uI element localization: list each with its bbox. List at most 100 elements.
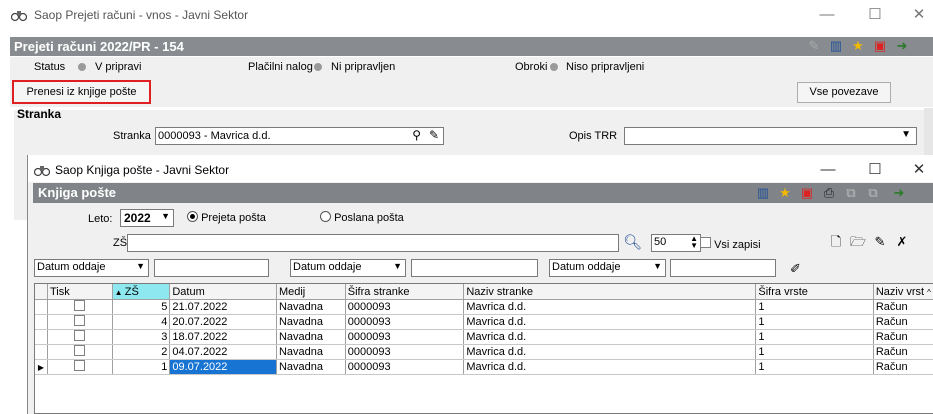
maximize-button[interactable]: ☐ <box>860 4 890 26</box>
sifra-vrste-cell: 1 <box>755 329 874 345</box>
tisk-cell[interactable] <box>47 299 113 315</box>
print-checkbox[interactable] <box>74 315 86 326</box>
col-zs[interactable]: ▲ ZŠ <box>112 284 171 300</box>
col-medij[interactable]: Medij <box>276 284 346 300</box>
star-icon[interactable]: ★ <box>850 38 866 54</box>
filter-select-3[interactable]: Datum oddaje ▼ <box>549 259 666 277</box>
child-maximize-button[interactable]: ☐ <box>860 159 890 181</box>
col-tisk[interactable]: Tisk <box>47 284 113 300</box>
zs-input[interactable] <box>127 234 619 252</box>
row-indicator[interactable] <box>35 329 48 345</box>
scroll-up-icon[interactable]: ^ <box>927 288 931 297</box>
radio-received[interactable]: Prejeta pošta <box>187 211 266 224</box>
limit-value: 50 <box>654 236 667 248</box>
new-document-icon[interactable]: 🗋 <box>828 234 844 250</box>
search-icon[interactable]: ⚲ <box>412 128 421 142</box>
zs-cell: 5 <box>112 299 171 315</box>
print-checkbox[interactable] <box>74 300 86 311</box>
status-row: Status V pripravi Plačilni nalog Ni prip… <box>10 57 933 77</box>
radio-unchecked-icon <box>320 211 331 222</box>
search-icon[interactable]: 🔍︎ <box>623 233 642 251</box>
exit-icon[interactable]: ➜ <box>894 38 910 54</box>
child-minimize-button[interactable]: — <box>813 159 843 181</box>
client-group-label: Stranka <box>17 107 62 121</box>
sort-asc-icon: ▲ <box>114 287 125 297</box>
exit-icon[interactable]: ➜ <box>891 185 907 201</box>
print-checkbox[interactable] <box>74 360 86 371</box>
filter-input-1[interactable] <box>154 259 269 277</box>
pencil-icon[interactable]: ✎ <box>429 128 439 142</box>
naziv-vrste-cell: Račun <box>873 329 933 345</box>
star-icon[interactable]: ★ <box>777 185 793 201</box>
all-records-checkbox[interactable]: Vsi zapisi <box>700 237 761 251</box>
radio-checked-icon <box>187 211 198 222</box>
col-naziv-stranke[interactable]: Naziv stranke <box>463 284 757 300</box>
print-icon[interactable]: ⎙ <box>821 185 837 201</box>
tisk-cell[interactable] <box>47 359 113 375</box>
trr-select[interactable]: ▼ <box>624 127 917 145</box>
minimize-button[interactable]: — <box>812 4 842 26</box>
print-checkbox[interactable] <box>74 345 86 356</box>
open-document-icon[interactable]: 🗁 <box>850 234 866 250</box>
radio-received-label: Prejeta pošta <box>201 212 266 224</box>
table-row[interactable]: 3 18.07.2022 Navadna 0000093 Mavrica d.d. 1 Ra… <box>35 329 933 345</box>
installments-label: Obroki <box>515 61 548 73</box>
naziv-stranke-cell: Mavrica d.d. <box>463 314 757 330</box>
print-checkbox[interactable] <box>74 330 86 341</box>
table-row[interactable]: ▶ 1 09.07.2022 Navadna 0000093 Mavrica d.d. 1 R… <box>35 359 933 375</box>
close-button[interactable]: ✕ <box>904 4 933 26</box>
filter-input-3[interactable] <box>670 259 776 277</box>
eraser-icon[interactable]: ✐ <box>790 261 801 277</box>
filter-input-2[interactable] <box>411 259 538 277</box>
layout-icon[interactable]: ▥ <box>755 185 771 201</box>
row-indicator[interactable]: ▶ <box>35 359 48 375</box>
year-select[interactable]: 2022 ▼ <box>120 209 174 227</box>
radio-sent-label: Poslana pošta <box>334 212 404 224</box>
row-indicator[interactable] <box>35 344 48 360</box>
radio-sent[interactable]: Poslana pošta <box>320 211 404 224</box>
copy-icon[interactable]: ⧉ <box>843 185 859 201</box>
naziv-vrste-cell: Račun <box>873 359 933 375</box>
filter-3-label: Datum oddaje <box>552 261 621 273</box>
tisk-cell[interactable] <box>47 344 113 360</box>
limit-stepper[interactable]: 50 ▲ ▼ <box>651 234 701 252</box>
table-row[interactable]: 2 04.07.2022 Navadna 0000093 Mavrica d.d. 1 Ra… <box>35 344 933 360</box>
pdf-icon[interactable]: ▣ <box>799 185 815 201</box>
payment-label: Plačilni nalog <box>248 61 313 73</box>
table-row[interactable]: 5 21.07.2022 Navadna 0000093 Mavrica d.d. 1 Ra… <box>35 299 933 315</box>
table-row[interactable]: 4 20.07.2022 Navadna 0000093 Mavrica d.d. 1 Ra… <box>35 314 933 330</box>
tisk-cell[interactable] <box>47 329 113 345</box>
edit-icon[interactable]: ✎ <box>806 38 822 54</box>
chevron-down-icon: ▼ <box>653 261 662 271</box>
paste-icon[interactable]: ⧉ <box>865 185 881 201</box>
sifra-stranke-cell: 0000093 <box>345 329 465 345</box>
medij-cell: Navadna <box>276 329 346 345</box>
child-close-button[interactable]: ✕ <box>904 159 933 181</box>
tisk-cell[interactable] <box>47 314 113 330</box>
binoculars-icon <box>34 166 50 177</box>
transfer-from-mail-button[interactable]: Prenesi iz knjige pošte <box>12 80 151 104</box>
col-sifra-vrste[interactable]: Šifra vrste <box>755 284 874 300</box>
filter-select-2[interactable]: Datum oddaje ▼ <box>290 259 406 277</box>
all-links-button[interactable]: Vse povezave <box>797 82 891 103</box>
chevron-down-icon: ▼ <box>161 211 170 221</box>
pdf-icon[interactable]: ▣ <box>872 38 888 54</box>
client-field[interactable]: 0000093 - Mavrica d.d. ⚲ ✎ <box>155 127 444 145</box>
naziv-stranke-cell: Mavrica d.d. <box>463 299 757 315</box>
mail-grid[interactable]: Tisk ▲ ZŠ Datum Medij Šifra stranke Nazi… <box>34 283 933 414</box>
naziv-stranke-cell: Mavrica d.d. <box>463 329 757 345</box>
row-indicator[interactable] <box>35 314 48 330</box>
col-sifra-stranke[interactable]: Šifra stranke <box>345 284 465 300</box>
row-indicator[interactable] <box>35 299 48 315</box>
delete-document-icon[interactable]: ✗ <box>894 234 910 250</box>
year-value: 2022 <box>124 211 151 225</box>
current-row-icon: ▶ <box>37 363 45 372</box>
stepper-arrows-icon[interactable]: ▲ ▼ <box>690 235 698 250</box>
grid-header-row: Tisk ▲ ZŠ Datum Medij Šifra stranke Nazi… <box>35 284 933 300</box>
layout-icon[interactable]: ▥ <box>828 38 844 54</box>
filter-select-1[interactable]: Datum oddaje ▼ <box>34 259 149 277</box>
edit-document-icon[interactable]: ✎ <box>872 234 888 250</box>
sifra-vrste-cell: 1 <box>755 314 874 330</box>
col-naziv-vrste[interactable]: Naziv vrst ^ <box>873 284 933 300</box>
col-datum[interactable]: Datum <box>169 284 277 300</box>
